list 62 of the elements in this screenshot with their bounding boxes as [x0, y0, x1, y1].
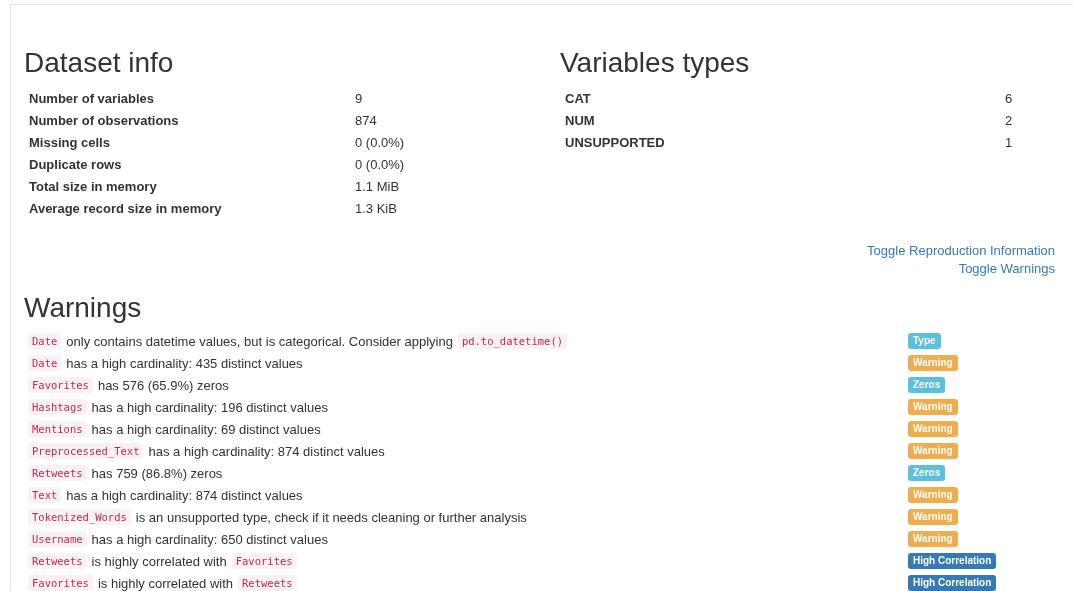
stat-value: 874 [355, 112, 377, 128]
variable-code: Username [28, 531, 87, 547]
warning-badge: Type [908, 333, 941, 349]
variable-code: Retweets [28, 553, 87, 569]
warning-badge: Zeros [908, 377, 946, 393]
variable-code: Text [28, 487, 62, 503]
warning-text: has a high cardinality: 196 distinct values [91, 399, 328, 415]
warning-text: has a high cardinality: 69 distinct values [91, 421, 321, 437]
warning-badge: Warning [908, 421, 958, 437]
stat-label: Missing cells [29, 134, 111, 150]
type-count: 6 [1005, 90, 1013, 106]
variable-code: Favorites [28, 575, 93, 591]
toggle-link[interactable]: Toggle Warnings [958, 260, 1055, 278]
variable-code: pd.to_datetime() [457, 333, 568, 349]
variable-code: Hashtags [28, 399, 87, 415]
variable-code: Retweets [238, 575, 297, 591]
warning-text: is highly correlated with [91, 553, 227, 569]
variable-code: Mentions [28, 421, 87, 437]
warning-badge: Warning [908, 399, 958, 415]
type-count: 1 [1005, 134, 1013, 150]
warning-badge: Warning [908, 509, 958, 525]
toggle-link[interactable]: Toggle Reproduction Information [867, 242, 1055, 260]
warning-text: has 576 (65.9%) zeros [97, 377, 229, 393]
warning-badge: Warning [908, 443, 958, 459]
warning-badge: Warning [908, 531, 958, 547]
stat-label: Duplicate rows [29, 156, 123, 172]
variable-code: Retweets [28, 465, 87, 481]
section-heading: Dataset info [24, 47, 175, 79]
variable-code: Date [28, 333, 62, 349]
warning-text: only contains datetime values, but is categorical. Consider applying [66, 333, 453, 349]
warning-text: has a high cardinality: 874 distinct values [66, 487, 303, 503]
warning-text: is highly correlated with [97, 575, 234, 591]
variable-code: Preprocessed_Text [28, 443, 144, 459]
warning-badge: Warning [908, 487, 958, 503]
stat-label: Total size in memory [29, 178, 158, 194]
stat-value: 0 (0.0%) [355, 156, 405, 172]
variable-code: Tokenized_Words [28, 509, 131, 525]
stat-label: Number of observations [29, 112, 180, 128]
variable-code: Date [28, 355, 62, 371]
stat-value: 9 [355, 90, 363, 106]
warning-badge: High Correlation [908, 575, 997, 591]
stat-value: 1.1 MiB [355, 178, 400, 194]
warning-text: is an unsupported type, check if it needs cleaning or further analysis [135, 509, 527, 525]
type-label: CAT [565, 90, 592, 106]
warning-text: has 759 (86.8%) zeros [91, 465, 223, 481]
warning-text: has a high cardinality: 650 distinct values [91, 531, 328, 547]
stat-label: Number of variables [29, 90, 155, 106]
type-count: 2 [1005, 112, 1013, 128]
warning-text: has a high cardinality: 435 distinct values [66, 355, 303, 371]
warning-badge: High Correlation [908, 553, 997, 569]
stat-label: Average record size in memory [29, 200, 223, 216]
warning-text: has a high cardinality: 874 distinct values [148, 443, 385, 459]
type-label: UNSUPPORTED [565, 134, 666, 150]
stat-value: 1.3 KiB [355, 200, 397, 216]
section-heading: Variables types [560, 47, 751, 79]
type-label: NUM [565, 112, 596, 128]
warning-badge: Zeros [908, 465, 946, 481]
section-heading: Warnings [24, 292, 143, 324]
warning-badge: Warning [908, 355, 958, 371]
variable-code: Favorites [231, 553, 297, 569]
variable-code: Favorites [28, 377, 93, 393]
stat-value: 0 (0.0%) [355, 134, 405, 150]
